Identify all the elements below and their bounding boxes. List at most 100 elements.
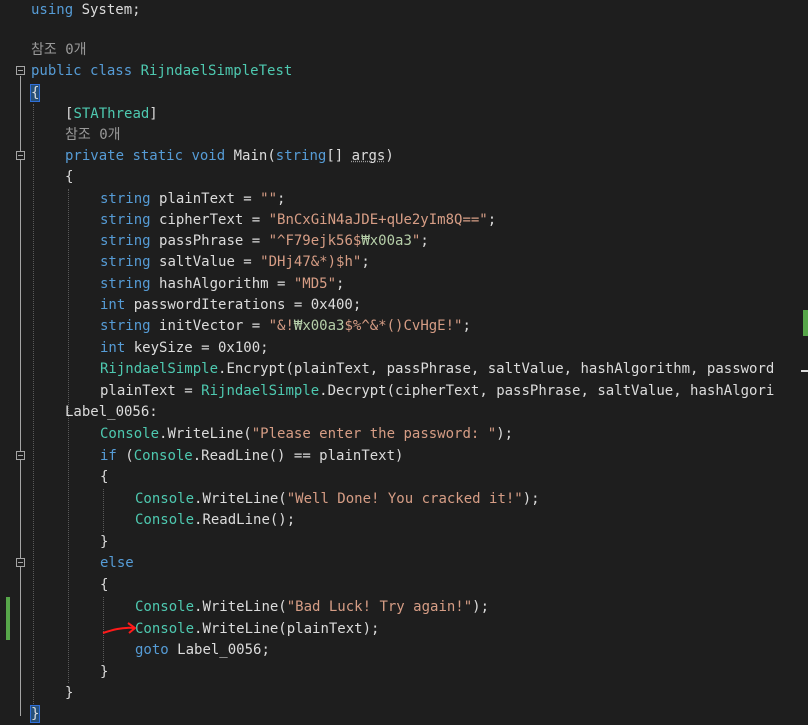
code-line[interactable]: Console.WriteLine(plainText);	[135, 619, 379, 640]
code-line[interactable]: int passwordIterations = 0x400;	[100, 295, 361, 316]
code-token: class	[90, 63, 141, 79]
code-editor[interactable]: using System; 참조 0개 public class RijndaelS…	[0, 0, 808, 724]
code-line[interactable]: string saltValue = "DHj47&*)$h";	[100, 252, 370, 273]
code-token: );	[522, 491, 540, 507]
code-line[interactable]: {	[100, 575, 108, 596]
code-token: Main(	[233, 148, 276, 164]
code-line[interactable]: else	[100, 553, 134, 574]
code-token: string	[100, 233, 160, 249]
class-fold-line	[20, 76, 21, 716]
code-token: STAThread	[73, 106, 150, 122]
code-token: .ReadLine();	[194, 512, 296, 528]
code-line[interactable]: }	[65, 683, 73, 704]
code-line[interactable]: using System;	[31, 0, 141, 21]
code-token: ;	[487, 212, 497, 228]
code-token: {	[100, 469, 109, 485]
code-token: .	[319, 383, 328, 399]
code-token: {	[100, 577, 109, 593]
code-line[interactable]: {	[29, 83, 41, 104]
code-token: keySize = 0x100;	[133, 340, 269, 356]
code-token: WriteLine(	[167, 426, 252, 442]
code-line[interactable]: string plainText = "";	[100, 189, 285, 210]
code-line[interactable]: plainText = RijndaelSimple.Decrypt(ciphe…	[100, 381, 774, 402]
code-token: string	[100, 191, 160, 207]
collapse-else-toggle-icon[interactable]	[16, 558, 25, 567]
code-token: ;	[462, 318, 471, 334]
code-line[interactable]: public class RijndaelSimpleTest	[31, 61, 292, 82]
code-token: int	[100, 340, 134, 356]
code-token: string	[100, 254, 160, 270]
red-annotation-arrow-icon	[102, 622, 137, 634]
code-token: 참조 0개	[31, 42, 87, 58]
code-token: goto	[135, 642, 178, 658]
code-token: "^F79ejk56$	[268, 233, 362, 249]
code-line[interactable]: string cipherText = "BnCxGiN4aJDE+qUe2yI…	[100, 210, 496, 231]
code-line[interactable]: {	[100, 467, 108, 488]
code-token: ;	[420, 233, 429, 249]
code-token: plainText =	[159, 191, 261, 207]
code-line[interactable]: string passPhrase = "^F79ejk56$₩x00a3";	[100, 231, 429, 252]
code-line[interactable]: Console.ReadLine();	[135, 510, 295, 531]
code-line[interactable]: [STAThread]	[65, 104, 158, 125]
scrollbar-caret-marker	[801, 370, 808, 372]
code-token: .WriteLine(plainText);	[194, 621, 380, 637]
code-token: Console	[135, 491, 195, 507]
code-line[interactable]: }	[100, 662, 108, 683]
code-token: .WriteLine(	[194, 491, 287, 507]
code-token: args	[351, 148, 386, 164]
code-line[interactable]: string hashAlgorithm = "MD5";	[100, 274, 344, 295]
code-line[interactable]: private static void Main(string[] args)	[65, 146, 394, 167]
code-line[interactable]: goto Label_0056;	[135, 640, 270, 661]
code-token: }	[100, 664, 109, 680]
code-token: Console	[135, 621, 195, 637]
code-line[interactable]: string initVector = "&!₩x00a3$%^&*()CvHg…	[100, 316, 471, 337]
indent-guide	[103, 489, 104, 532]
code-token: ;	[277, 191, 286, 207]
code-line[interactable]: Console.WriteLine("Please enter the pass…	[100, 424, 513, 445]
code-token: Label_0056;	[177, 642, 270, 658]
code-token: plainText =	[100, 383, 202, 399]
code-token: private	[65, 148, 133, 164]
code-token: if	[100, 448, 126, 464]
code-token: (cipherText, passPhrase, saltValue, hash…	[386, 383, 775, 399]
code-token: "Well Done! You cracked it!"	[286, 491, 523, 507]
code-token: Console	[133, 448, 193, 464]
collapse-if-toggle-icon[interactable]	[16, 451, 25, 460]
code-token: "BnCxGiN4aJDE+qUe2yIm8Q=="	[268, 212, 488, 228]
code-line[interactable]: }	[100, 532, 108, 553]
code-token: Encrypt	[226, 361, 286, 377]
code-token: System;	[81, 2, 141, 18]
code-token: Console	[135, 599, 195, 615]
code-line[interactable]: Label_0056:	[65, 402, 158, 423]
code-token: RijndaelSimpleTest	[140, 63, 293, 79]
code-line[interactable]: 참조 0개	[65, 125, 121, 146]
code-token: RijndaelSimple	[100, 361, 219, 377]
code-line[interactable]: Console.WriteLine("Bad Luck! Try again!"…	[135, 597, 489, 618]
code-token: Console	[100, 426, 160, 442]
code-line[interactable]: {	[65, 167, 73, 188]
code-line[interactable]: 참조 0개	[31, 40, 87, 61]
code-line[interactable]: Console.WriteLine("Well Done! You cracke…	[135, 489, 540, 510]
code-token: }	[29, 705, 41, 723]
code-line[interactable]: if (Console.ReadLine() == plainText)	[100, 446, 403, 467]
code-token: cipherText =	[159, 212, 269, 228]
modified-lines-marker	[6, 597, 10, 640]
code-token: );	[472, 599, 490, 615]
code-token: hashAlgorithm =	[159, 276, 294, 292]
code-token: []	[326, 148, 352, 164]
indent-guide	[33, 104, 34, 704]
code-token: string	[100, 318, 160, 334]
code-token: initVector =	[159, 318, 269, 334]
code-line[interactable]: }	[29, 704, 41, 725]
collapse-method-toggle-icon[interactable]	[16, 151, 25, 160]
code-token: void	[191, 148, 234, 164]
code-token: )	[385, 148, 394, 164]
code-token: .ReadLine() == plainText)	[192, 448, 404, 464]
code-token: else	[100, 555, 134, 571]
code-token: );	[496, 426, 514, 442]
code-line[interactable]: RijndaelSimple.Encrypt(plainText, passPh…	[100, 359, 774, 380]
collapse-class-toggle-icon[interactable]	[16, 66, 25, 75]
code-token: ₩x00a3	[293, 318, 345, 334]
code-token: }	[100, 534, 109, 550]
code-line[interactable]: int keySize = 0x100;	[100, 338, 269, 359]
